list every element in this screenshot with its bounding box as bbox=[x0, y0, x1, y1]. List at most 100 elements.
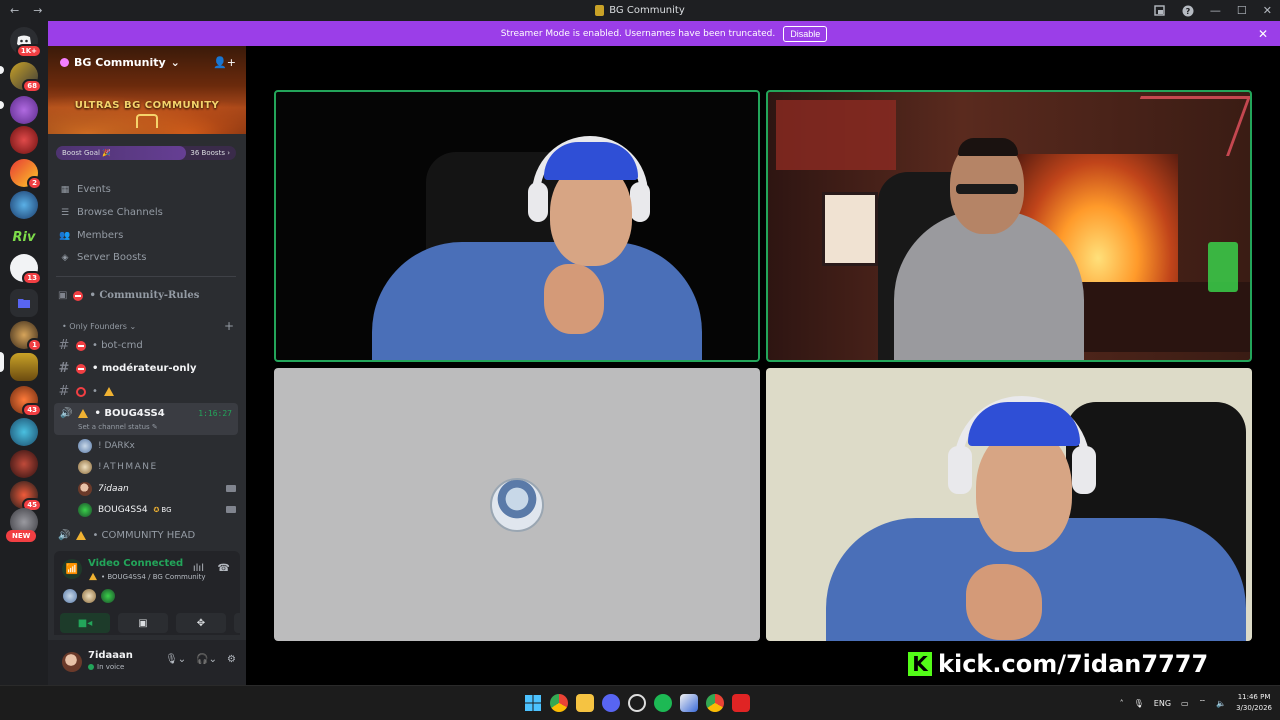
server-badge: 43 bbox=[22, 403, 42, 417]
noise-suppression-icon[interactable]: ılıl bbox=[193, 563, 204, 574]
headphones-icon[interactable]: 🎧⌄ bbox=[196, 654, 217, 665]
guild-banner[interactable]: BG Community ⌄ 👤+ ULTRAS BG COMMUNITY bbox=[48, 46, 246, 134]
no-entry-icon bbox=[73, 290, 84, 301]
chrome-alt-icon[interactable] bbox=[706, 694, 724, 712]
server-icon-4[interactable]: 2 bbox=[10, 159, 42, 190]
screen-share-button[interactable]: ▣ bbox=[118, 613, 168, 633]
voice-user[interactable]: 7idaan bbox=[78, 482, 129, 496]
video-tile[interactable] bbox=[766, 90, 1252, 362]
channel-bot-cmd[interactable]: # • bot-cmd bbox=[58, 338, 143, 353]
back-arrow-icon[interactable]: ← bbox=[10, 4, 19, 17]
voice-user-name: ! DARKx bbox=[98, 441, 135, 451]
settings-gear-icon[interactable]: ⚙ bbox=[227, 654, 236, 665]
avatar[interactable] bbox=[81, 588, 97, 604]
disable-streamer-mode-button[interactable]: Disable bbox=[783, 25, 828, 42]
voice-user[interactable]: ! DARKx bbox=[78, 439, 135, 453]
file-explorer-icon[interactable] bbox=[576, 694, 594, 712]
clock[interactable]: 11:46 PM 3/30/2026 bbox=[1236, 692, 1272, 714]
hash-icon: # bbox=[58, 338, 70, 353]
language-indicator[interactable]: ENG bbox=[1154, 699, 1171, 708]
app-icon[interactable] bbox=[680, 694, 698, 712]
menu-events[interactable]: ▦ Events bbox=[60, 184, 111, 195]
display-icon[interactable]: ▭ bbox=[1181, 699, 1189, 708]
boost-goal-bar[interactable]: Boost Goal 🎉 36 Boosts › bbox=[56, 146, 236, 160]
dm-unread-badge: 1K+ bbox=[15, 44, 42, 58]
streamer-mode-banner: Streamer Mode is enabled. Usernames have… bbox=[48, 21, 1280, 46]
server-icon-bg-community[interactable] bbox=[10, 353, 38, 381]
inbox-icon[interactable] bbox=[1154, 5, 1166, 17]
guild-tag: ✪ BG bbox=[154, 506, 172, 514]
category-only-founders[interactable]: • Only Founders ⌄ bbox=[62, 322, 136, 331]
channel-community-rules[interactable]: ▣ • Community-Rules bbox=[58, 290, 199, 301]
rules-text: Community-Rules bbox=[99, 290, 200, 301]
window-title-text: BG Community bbox=[609, 5, 685, 16]
close-banner-icon[interactable]: ✕ bbox=[1258, 27, 1268, 41]
guild-header[interactable]: BG Community ⌄ bbox=[60, 56, 180, 69]
video-tile[interactable] bbox=[766, 368, 1252, 641]
voice-user[interactable]: !ATHMANE bbox=[78, 460, 158, 474]
voice-channel-community-head[interactable]: 🔊 • COMMUNITY HEAD bbox=[58, 530, 195, 541]
chevron-up-icon[interactable]: ˄ bbox=[1120, 699, 1124, 708]
avatar bbox=[78, 439, 92, 453]
microphone-icon[interactable]: 🎙⌄ bbox=[165, 654, 186, 665]
menu-server-boosts[interactable]: ◈ Server Boosts bbox=[60, 252, 147, 263]
disconnect-icon[interactable]: ☎ bbox=[218, 563, 230, 574]
server-icon-3[interactable] bbox=[10, 126, 38, 154]
avatar[interactable] bbox=[100, 588, 116, 604]
server-icon-11[interactable] bbox=[10, 450, 38, 478]
activities-button[interactable]: ✥ bbox=[176, 613, 226, 633]
server-icon-6[interactable]: Riv bbox=[10, 223, 38, 251]
close-window-button[interactable]: ✕ bbox=[1263, 4, 1272, 17]
server-icon-8[interactable]: 1 bbox=[10, 321, 42, 352]
avatar[interactable] bbox=[62, 652, 82, 672]
warning-icon bbox=[89, 572, 97, 581]
server-icon-9[interactable]: 43 bbox=[10, 386, 42, 417]
video-tile[interactable] bbox=[274, 90, 760, 362]
network-icon[interactable]: ⌔ bbox=[1199, 698, 1207, 708]
windows-start-icon[interactable] bbox=[524, 694, 542, 712]
server-badge: 68 bbox=[22, 79, 42, 93]
connection-signal-icon[interactable]: 📶 bbox=[62, 559, 82, 579]
media-player-icon[interactable] bbox=[732, 694, 750, 712]
video-grid: K kick.com/7idan7777 bbox=[246, 46, 1280, 685]
create-channel-icon[interactable]: + bbox=[224, 319, 234, 333]
server-folder[interactable] bbox=[10, 289, 38, 317]
maximize-button[interactable]: ☐ bbox=[1237, 4, 1247, 17]
sunglasses bbox=[956, 184, 1018, 194]
set-channel-status[interactable]: Set a channel status ✎ bbox=[78, 423, 158, 431]
channel-moderateur-only[interactable]: # • modérateur-only bbox=[58, 361, 197, 376]
menu-browse-channels[interactable]: ☰ Browse Channels bbox=[60, 207, 163, 218]
invite-people-icon[interactable]: 👤+ bbox=[213, 56, 236, 69]
server-icon-10[interactable] bbox=[10, 418, 38, 446]
windows-taskbar: ˄ 🎙 ENG ▭ ⌔ 🔈 11:46 PM 3/30/2026 bbox=[0, 685, 1280, 720]
forward-arrow-icon[interactable]: → bbox=[33, 4, 42, 17]
svg-text:?: ? bbox=[1186, 7, 1191, 16]
voice-connected-subtitle[interactable]: • BOUG4SS4 / BG Community bbox=[88, 572, 206, 581]
server-icon-1[interactable]: 68 bbox=[10, 62, 42, 93]
avatar[interactable] bbox=[62, 588, 78, 604]
server-icon-5[interactable] bbox=[10, 191, 38, 219]
menu-members[interactable]: 👥 Members bbox=[59, 230, 123, 241]
direct-messages-button[interactable]: 1K+ bbox=[10, 27, 42, 58]
chrome-icon[interactable] bbox=[550, 694, 568, 712]
help-icon[interactable]: ? bbox=[1182, 5, 1194, 17]
voice-channel-boug4ss4[interactable]: 🔊 • BOUG4SS4 1:16:27 Set a channel statu… bbox=[54, 403, 238, 435]
server-icon-12[interactable]: 45 bbox=[10, 481, 42, 512]
discord-taskbar-icon[interactable] bbox=[602, 694, 620, 712]
menu-boosts-label: Server Boosts bbox=[77, 252, 147, 263]
spotify-icon[interactable] bbox=[654, 694, 672, 712]
bullet: • bbox=[92, 386, 98, 397]
minimize-button[interactable]: — bbox=[1210, 4, 1221, 17]
server-badge: 1 bbox=[27, 338, 42, 352]
voice-user[interactable]: BOUG4SS4 ✪ BG bbox=[78, 503, 172, 517]
volume-icon[interactable]: 🔈 bbox=[1216, 699, 1226, 708]
headphone-earcup bbox=[528, 182, 548, 222]
new-unreads-badge[interactable]: NEW bbox=[6, 530, 37, 542]
microphone-tray-icon[interactable]: 🎙 bbox=[1134, 699, 1144, 708]
clock-app-icon[interactable] bbox=[628, 694, 646, 712]
video-tile-avatar-only[interactable] bbox=[274, 368, 760, 641]
camera-button[interactable]: ■◂ bbox=[60, 613, 110, 633]
channel-warning[interactable]: # • bbox=[58, 384, 114, 399]
server-icon-2[interactable] bbox=[10, 96, 38, 124]
server-icon-7[interactable]: 13 bbox=[10, 254, 42, 285]
